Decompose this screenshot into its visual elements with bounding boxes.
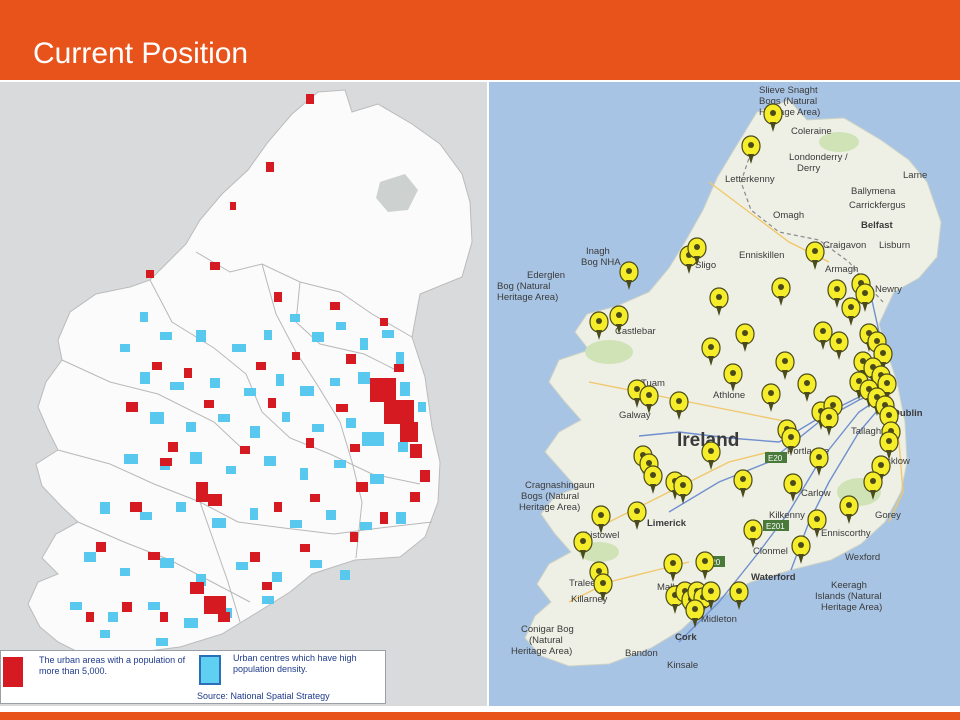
- place-label-lisburn: Lisburn: [879, 240, 910, 251]
- place-label-belfast: Belfast: [861, 220, 894, 231]
- location-markers-map-graphic: Ireland E20 E20 E201 Slieve SnaghtBogs (…: [497, 85, 942, 671]
- place-label-ballymena: Ballymena: [851, 186, 896, 197]
- place-label-wexford: Wexford: [845, 552, 880, 563]
- place-label-galway: Galway: [619, 410, 651, 421]
- place-label-bandon: Bandon: [625, 648, 658, 659]
- place-label-limerick: Limerick: [647, 518, 687, 529]
- place-label-gorey: Gorey: [875, 510, 901, 521]
- place-label-craigavon: Craigavon: [823, 240, 866, 251]
- place-label-ederglen-bog: Ederglen Bog (Natural Heritage Area): [497, 270, 565, 303]
- place-label-tallaght: Tallaght: [851, 426, 884, 437]
- place-label-cork: Cork: [675, 632, 697, 643]
- place-label-enniscorthy: Enniscorthy: [821, 528, 871, 539]
- blue-legend-swatch: [199, 655, 221, 685]
- road-label-e201: E201: [766, 522, 785, 531]
- red-legend-label: The urban areas with a population of mor…: [39, 655, 186, 676]
- place-label-armagh: Armagh: [825, 264, 858, 275]
- red-legend-swatch: [3, 657, 23, 687]
- place-label-newry: Newry: [875, 284, 902, 295]
- place-label-castlebar: Castlebar: [615, 326, 656, 337]
- place-label-midleton: Midleton: [701, 614, 737, 625]
- place-label-larne: Larne: [903, 170, 927, 181]
- place-label-athlone: Athlone: [713, 390, 745, 401]
- urban-areas-map-graphic: [27, 89, 473, 661]
- map-marker[interactable]: [729, 581, 749, 611]
- place-label-inagh-bog: Inagh Bog NHA: [581, 246, 621, 268]
- place-label-keeragh-islands: Keeragh Islands (Natural Heritage Area): [815, 580, 882, 613]
- place-label-carlow: Carlow: [801, 488, 831, 499]
- road-label-e20: E20: [768, 454, 783, 463]
- map-marker[interactable]: [619, 261, 639, 291]
- place-label-enniskillen: Enniskillen: [739, 250, 784, 261]
- place-label-kinsale: Kinsale: [667, 660, 698, 671]
- place-label-kilkenny: Kilkenny: [769, 510, 805, 521]
- place-label-waterford: Waterford: [751, 572, 796, 583]
- place-label-tralee: Tralee: [569, 578, 596, 589]
- urban-areas-map: The urban areas with a population of mor…: [0, 82, 487, 706]
- legend-source: Source: National Spatial Strategy: [197, 691, 330, 701]
- footer-bar: [0, 712, 960, 720]
- map-legend: The urban areas with a population of mor…: [0, 650, 386, 704]
- slide-title: Current Position: [33, 37, 249, 70]
- location-markers-map: Ireland E20 E20 E201 Slieve SnaghtBogs (…: [489, 82, 960, 706]
- place-label-carrickfergus: Carrickfergus: [849, 200, 906, 211]
- place-label-letterkenny: Letterkenny: [725, 174, 775, 185]
- blue-legend-label: Urban centres which have high population…: [233, 653, 357, 674]
- place-label-clonmel: Clonmel: [753, 546, 788, 557]
- place-label-omagh: Omagh: [773, 210, 804, 221]
- place-label-coleraine: Coleraine: [791, 126, 832, 137]
